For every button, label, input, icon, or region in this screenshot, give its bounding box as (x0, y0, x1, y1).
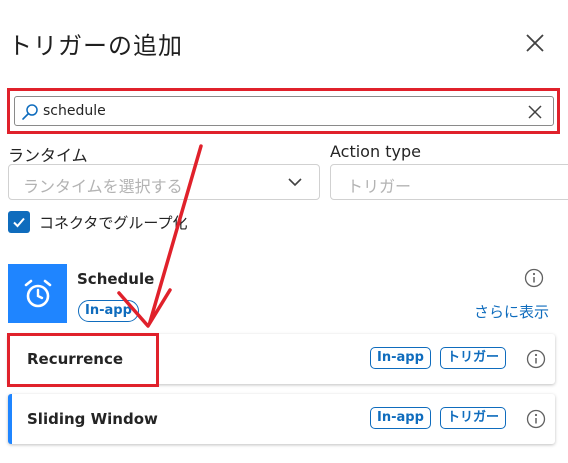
group-by-connector-row[interactable]: コネクタでグループ化 (8, 211, 188, 233)
close-button[interactable] (522, 30, 548, 56)
runtime-dropdown[interactable]: ランタイムを選択する (8, 164, 320, 200)
operation-type-badge: トリガー (440, 347, 507, 369)
operation-type-badge: トリガー (440, 407, 507, 429)
checkmark-icon (13, 217, 25, 228)
action-type-placeholder: トリガー (347, 177, 412, 196)
search-input[interactable] (43, 99, 513, 123)
search-box[interactable] (14, 96, 554, 126)
action-type-dropdown[interactable]: トリガー (330, 164, 568, 200)
schedule-connector-icon (8, 264, 67, 323)
see-more-link[interactable]: さらに表示 (474, 301, 549, 322)
operation-runtime-badge: In-app (370, 407, 431, 429)
clear-search-icon[interactable] (526, 103, 544, 121)
chevron-down-icon (288, 178, 302, 187)
connector-name: Schedule (77, 270, 155, 288)
search-icon (22, 104, 38, 120)
info-icon[interactable] (526, 349, 546, 369)
operation-card-recurrence[interactable]: Recurrence In-app トリガー (8, 334, 555, 384)
group-by-connector-label: コネクタでグループ化 (39, 213, 188, 232)
operation-runtime-badge: In-app (370, 347, 431, 369)
alarm-clock-icon (24, 279, 51, 307)
panel-title: トリガーの追加 (8, 32, 183, 60)
runtime-placeholder: ランタイムを選択する (23, 177, 183, 196)
operation-name: Sliding Window (27, 410, 158, 428)
operation-card-sliding-window[interactable]: Sliding Window In-app トリガー (8, 394, 555, 444)
action-type-label: Action type (330, 142, 421, 161)
info-icon[interactable] (526, 409, 546, 429)
group-by-connector-checkbox[interactable] (8, 211, 30, 233)
close-icon (526, 34, 544, 52)
runtime-label: ランタイム (8, 146, 88, 165)
connector-runtime-badge: In-app (78, 300, 139, 322)
info-icon[interactable] (524, 268, 544, 288)
operation-name: Recurrence (27, 350, 124, 368)
